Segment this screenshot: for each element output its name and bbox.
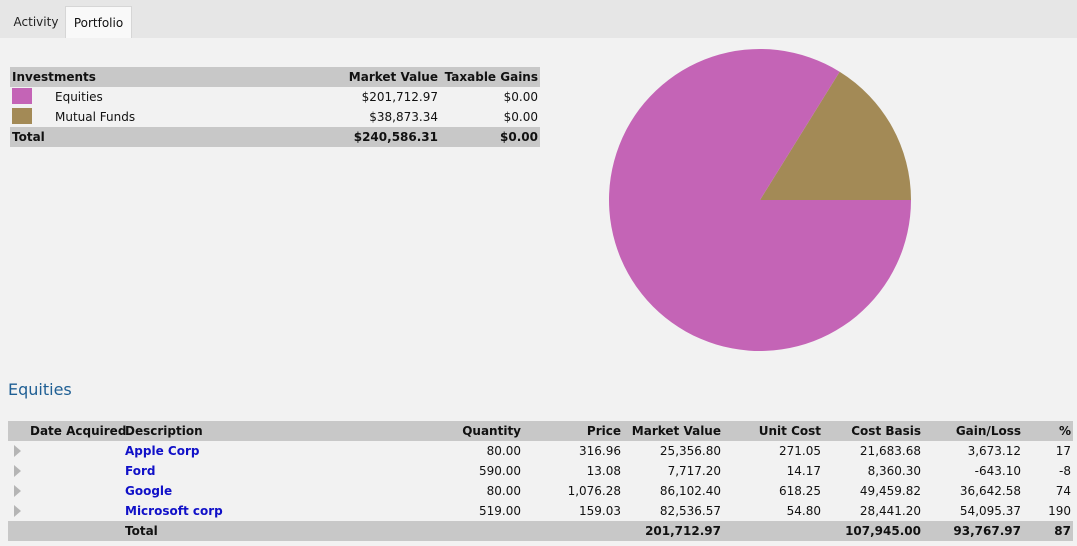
- expand-arrow-icon[interactable]: [14, 465, 21, 477]
- portfolio-pie-chart: [609, 48, 911, 351]
- summary-header-row: Investments Market Value Taxable Gains: [10, 67, 540, 87]
- percent-cell: -8: [1059, 464, 1071, 478]
- summary-row-equities: Equities $201,712.97 $0.00: [10, 87, 540, 107]
- investments-summary-table: Investments Market Value Taxable Gains E…: [10, 67, 540, 147]
- market-value-cell: 86,102.40: [659, 484, 721, 498]
- summary-row-name: Equities: [55, 90, 103, 104]
- gain-loss-cell: 54,095.37: [959, 504, 1021, 518]
- table-row: Google 80.00 1,076.28 86,102.40 618.25 4…: [8, 481, 1073, 501]
- equities-table: Date Acquired Description Quantity Price…: [8, 421, 1073, 541]
- taxable-gains-header: Taxable Gains: [444, 70, 538, 84]
- security-link[interactable]: Ford: [125, 461, 155, 481]
- gain-loss-cell: 36,642.58: [959, 484, 1021, 498]
- table-row: Ford 590.00 13.08 7,717.20 14.17 8,360.3…: [8, 461, 1073, 481]
- quantity-cell: 590.00: [479, 464, 521, 478]
- cost-basis-cell: 21,683.68: [859, 444, 921, 458]
- security-link[interactable]: Apple Corp: [125, 441, 199, 461]
- total-gain-loss: 93,767.97: [953, 524, 1021, 538]
- unit-cost-cell: 271.05: [779, 444, 821, 458]
- cost-basis-cell: 49,459.82: [859, 484, 921, 498]
- price-header[interactable]: Price: [587, 421, 621, 441]
- cost-basis-cell: 28,441.20: [859, 504, 921, 518]
- total-cost-basis: 107,945.00: [845, 524, 921, 538]
- description-header[interactable]: Description: [125, 421, 203, 441]
- price-cell: 159.03: [579, 504, 621, 518]
- price-cell: 13.08: [586, 464, 621, 478]
- summary-row-market-value: $201,712.97: [361, 90, 438, 104]
- market-value-header[interactable]: Market Value: [632, 421, 721, 441]
- cost-basis-header[interactable]: Cost Basis: [851, 421, 921, 441]
- equities-header-row: Date Acquired Description Quantity Price…: [8, 421, 1073, 441]
- expand-arrow-icon[interactable]: [14, 505, 21, 517]
- expand-arrow-icon[interactable]: [14, 445, 21, 457]
- quantity-header[interactable]: Quantity: [462, 421, 521, 441]
- equities-total-row: Total 201,712.97 107,945.00 93,767.97 87: [8, 521, 1073, 541]
- gain-loss-cell: 3,673.12: [967, 444, 1021, 458]
- quantity-cell: 519.00: [479, 504, 521, 518]
- unit-cost-cell: 618.25: [779, 484, 821, 498]
- mutual-funds-color-swatch: [12, 108, 32, 124]
- expand-arrow-icon[interactable]: [14, 485, 21, 497]
- security-link[interactable]: Microsoft corp: [125, 501, 223, 521]
- summary-total-row: Total $240,586.31 $0.00: [10, 127, 540, 147]
- tab-portfolio[interactable]: Portfolio: [65, 6, 132, 38]
- market-value-cell: 82,536.57: [659, 504, 721, 518]
- tab-bar: Activity Portfolio: [0, 0, 1077, 38]
- summary-total-taxable-gains: $0.00: [500, 130, 538, 144]
- tab-activity[interactable]: Activity: [8, 6, 64, 38]
- percent-cell: 74: [1055, 484, 1071, 498]
- quantity-cell: 80.00: [486, 484, 521, 498]
- date-acquired-header[interactable]: Date Acquired: [30, 421, 126, 441]
- equities-color-swatch: [12, 88, 32, 104]
- summary-row-taxable-gains: $0.00: [503, 110, 538, 124]
- cost-basis-cell: 8,360.30: [867, 464, 921, 478]
- price-cell: 316.96: [579, 444, 621, 458]
- table-row: Microsoft corp 519.00 159.03 82,536.57 5…: [8, 501, 1073, 521]
- equities-total-label: Total: [125, 524, 158, 538]
- table-row: Apple Corp 80.00 316.96 25,356.80 271.05…: [8, 441, 1073, 461]
- summary-row-market-value: $38,873.34: [369, 110, 438, 124]
- price-cell: 1,076.28: [567, 484, 621, 498]
- summary-total-label: Total: [12, 130, 45, 144]
- unit-cost-header[interactable]: Unit Cost: [759, 421, 821, 441]
- summary-total-market-value: $240,586.31: [353, 130, 438, 144]
- gain-loss-header[interactable]: Gain/Loss: [956, 421, 1021, 441]
- quantity-cell: 80.00: [486, 444, 521, 458]
- total-market-value: 201,712.97: [645, 524, 721, 538]
- investments-header: Investments: [12, 70, 96, 84]
- market-value-cell: 7,717.20: [667, 464, 721, 478]
- equities-section-title: Equities: [8, 380, 72, 399]
- gain-loss-cell: -643.10: [974, 464, 1021, 478]
- summary-row-name: Mutual Funds: [55, 110, 136, 124]
- total-percent: 87: [1054, 524, 1071, 538]
- market-value-cell: 25,356.80: [659, 444, 721, 458]
- percent-cell: 17: [1055, 444, 1071, 458]
- unit-cost-cell: 54.80: [786, 504, 821, 518]
- market-value-header: Market Value: [348, 70, 438, 84]
- unit-cost-cell: 14.17: [786, 464, 821, 478]
- percent-cell: 190: [1048, 504, 1071, 518]
- percent-header[interactable]: %: [1059, 421, 1071, 441]
- summary-row-taxable-gains: $0.00: [503, 90, 538, 104]
- summary-row-mutual-funds: Mutual Funds $38,873.34 $0.00: [10, 107, 540, 127]
- security-link[interactable]: Google: [125, 481, 172, 501]
